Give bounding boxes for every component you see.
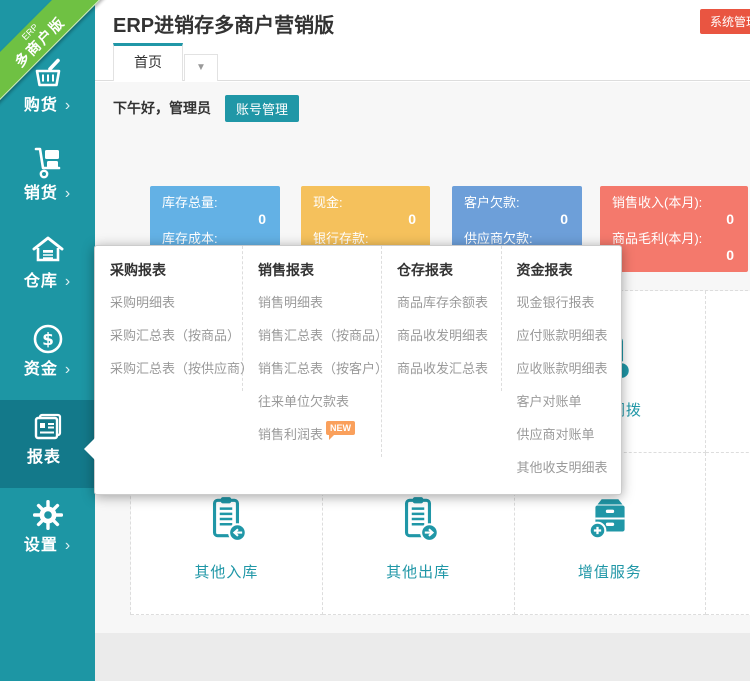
menu-item[interactable]: 采购明细表 [110,286,242,319]
menu-item[interactable]: 应收账款明细表 [517,352,622,385]
popup-column-title: 销售报表 [258,258,381,282]
page-title: ERP进销存多商户营销版 [113,9,334,38]
sidebar-item-warehouse[interactable]: 仓库 › [0,224,95,312]
launcher-cell-empty [706,453,750,615]
sidebar-item-label: 报表 [27,449,61,466]
popup-column-funds-reports: 资金报表 现金银行报表 应付账款明细表 应收账款明细表 客户对账单 供应商对账单… [502,246,622,490]
sidebar-item-label: 设置 [24,537,58,554]
stat-value: 0 [313,211,418,227]
menu-item[interactable]: 采购汇总表（按供应商） [110,352,242,385]
popup-column-warehouse-reports: 仓存报表 商品库存余额表 商品收发明细表 商品收发汇总表 [382,246,502,391]
stat-label: 商品毛利(本月): [612,230,736,247]
popup-column-purchase-reports: 采购报表 采购明细表 采购汇总表（按商品） 采购汇总表（按供应商） [95,246,243,391]
clipboard-in-icon [131,493,322,543]
launcher-label: 其他入库 [131,561,322,582]
app-header: ERP进销存多商户营销版 系统管理 [95,0,750,43]
stat-value: 0 [612,211,736,227]
report-icon [0,409,95,445]
menu-item[interactable]: 商品库存余额表 [397,286,501,319]
menu-item[interactable]: 商品收发汇总表 [397,352,501,385]
chevron-right-icon: › [65,537,71,554]
svg-text:$: $ [42,330,54,350]
dollar-icon: $ [0,321,95,357]
menu-item[interactable]: 商品收发明细表 [397,319,501,352]
launcher-label: 增值服务 [515,561,706,582]
sidebar-item-sales[interactable]: 销货 › [0,136,95,224]
chevron-right-icon: › [65,185,71,202]
main-area: ERP进销存多商户营销版 系统管理 首页 ▼ 下午好，管理员 账号管理 库存总量… [95,0,750,681]
trolley-icon [0,145,95,181]
popup-column-title: 采购报表 [110,258,242,282]
sidebar-item-funds[interactable]: $ 资金 › [0,312,95,400]
menu-item[interactable]: 销售明细表 [258,286,381,319]
chevron-right-icon: › [65,361,71,378]
gear-icon [0,497,95,533]
sidebar: 购货 › 销货 › 仓库 › $ [0,0,95,681]
menu-item[interactable]: 其他收支明细表 [517,451,622,484]
menu-item[interactable]: 客户对账单 [517,385,622,418]
menu-item-label: 销售利润表 [258,427,323,442]
tab-strip: 首页 ▼ [95,43,750,81]
stat-label: 客户欠款: [464,194,570,211]
account-manage-button[interactable]: 账号管理 [225,95,299,122]
sidebar-item-reports[interactable]: 报表 [0,400,95,488]
chevron-right-icon: › [65,273,71,290]
launcher-label: 其他出库 [323,561,514,582]
chevron-right-icon: › [65,97,71,114]
popup-column-title: 仓存报表 [397,258,501,282]
menu-item[interactable]: 采购汇总表（按商品） [110,319,242,352]
sidebar-item-label: 销货 [24,185,58,202]
tab-dropdown-arrow-icon[interactable]: ▼ [184,54,218,81]
stat-value: 0 [612,247,736,263]
stat-label: 现金: [313,194,418,211]
cabinet-plus-icon [515,493,706,543]
page-footer-strip [95,633,750,681]
stat-value: 0 [162,211,268,227]
greeting-text: 下午好，管理员 [113,98,211,118]
menu-item-with-badge[interactable]: 销售利润表NEW [258,418,381,451]
popup-column-sales-reports: 销售报表 销售明细表 销售汇总表（按商品） 销售汇总表（按客户） 往来单位欠款表… [243,246,382,457]
sidebar-item-label: 仓库 [24,273,58,290]
reports-popup-menu: 采购报表 采购明细表 采购汇总表（按商品） 采购汇总表（按供应商） 销售报表 销… [94,245,622,495]
stat-value: 0 [464,211,570,227]
home-content: 下午好，管理员 账号管理 库存总量: 0 库存成本: 现金: 0 银行存款: 客… [95,82,750,633]
system-admin-button[interactable]: 系统管理 [700,9,750,34]
menu-item[interactable]: 应付账款明细表 [517,319,622,352]
menu-item[interactable]: 现金银行报表 [517,286,622,319]
menu-item[interactable]: 供应商对账单 [517,418,622,451]
tab-home[interactable]: 首页 [113,43,183,81]
new-badge: NEW [326,421,355,435]
warehouse-icon [0,233,95,269]
clipboard-out-icon [323,493,514,543]
sidebar-item-settings[interactable]: 设置 › [0,488,95,576]
launcher-cell-empty [706,291,750,453]
menu-item[interactable]: 销售汇总表（按商品） [258,319,381,352]
popup-callout-arrow [84,438,95,460]
popup-column-title: 资金报表 [517,258,622,282]
menu-item[interactable]: 销售汇总表（按客户） [258,352,381,385]
menu-item[interactable]: 往来单位欠款表 [258,385,381,418]
sidebar-item-label: 资金 [24,361,58,378]
sidebar-item-label: 购货 [24,97,58,114]
stat-label: 销售收入(本月): [612,194,736,211]
stat-card-month-sales: 销售收入(本月): 0 商品毛利(本月): 0 [600,186,748,272]
stat-label: 库存总量: [162,194,268,211]
